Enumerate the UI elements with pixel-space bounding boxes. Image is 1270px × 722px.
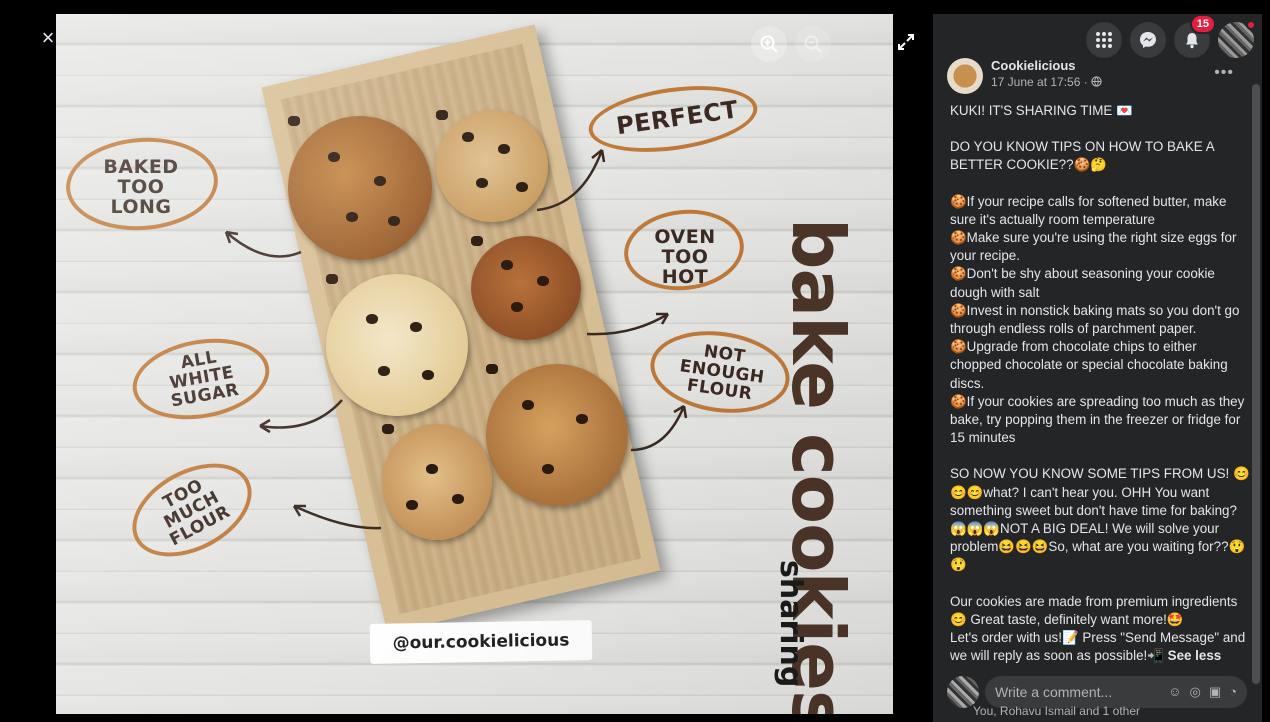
post-line: DO YOU KNOW TIPS ON HOW TO BAKE A BETTER…	[950, 139, 1214, 173]
post-line: 🍪Make sure you're using the right size e…	[950, 230, 1237, 264]
scrollbar[interactable]	[1252, 84, 1260, 684]
menu-button[interactable]	[1086, 22, 1122, 58]
post-line-last: Let's order with us!📝 Press "Send Messag…	[950, 629, 1250, 665]
messenger-button[interactable]	[1130, 22, 1166, 58]
post-line: KUKI! IT'S SHARING TIME 💌	[950, 103, 1133, 118]
post-line: 🍪If your recipe calls for softened butte…	[950, 193, 1227, 227]
page-avatar[interactable]	[947, 58, 983, 94]
gif-icon[interactable]: ▣	[1209, 684, 1221, 700]
post-photo: BAKED TOO LONG PERFECT OVEN TOO HOT ALL …	[56, 14, 893, 714]
arrow-to-baked-too-long	[224, 230, 302, 258]
notifications-button[interactable]: 15	[1174, 14, 1216, 58]
vertical-subtitle: sharing	[773, 560, 808, 688]
label-baked-too-long: BAKED TOO LONG	[103, 156, 179, 218]
photo-viewer: × f BAKED TOO LONG PERFECT OVEN TOO HOT …	[0, 0, 933, 722]
cookie-oven-too-hot	[471, 236, 581, 340]
see-less-link[interactable]: See less	[1168, 648, 1222, 663]
more-options-icon[interactable]: •••	[1214, 64, 1234, 82]
handle-tag: @our.cookielicious	[369, 620, 593, 664]
reactions-summary[interactable]: You, Rohavu Ismail and 1 other	[973, 704, 1140, 718]
post-line: 🍪If your cookies are spreading too much …	[950, 393, 1245, 446]
zoom-in-button[interactable]	[751, 26, 787, 62]
post-line: 🍪Invest in nonstick baking mats so you d…	[950, 302, 1240, 337]
post-body: KUKI! IT'S SHARING TIME 💌 DO YOU KNOW TI…	[950, 102, 1250, 665]
page-name[interactable]: Cookielicious	[991, 58, 1102, 73]
arrow-to-too-much-flour	[292, 504, 382, 530]
status-dot	[1246, 20, 1256, 30]
top-bar: 15	[1086, 14, 1256, 58]
cookie-not-enough-flour	[486, 364, 628, 506]
post-line: 🍪Don't be shy about seasoning your cooki…	[950, 266, 1215, 300]
arrow-to-perfect	[536, 149, 606, 212]
profile-avatar[interactable]	[1218, 20, 1256, 58]
notification-count-badge: 15	[1189, 14, 1216, 34]
messenger-icon	[1140, 32, 1156, 48]
post-header: Cookielicious 17 June at 17:56 ·	[947, 58, 1102, 94]
label-oven-too-hot: OVEN TOO HOT	[654, 226, 716, 288]
cookie-baked-too-long	[288, 116, 432, 260]
arrow-to-all-white-sugar	[259, 399, 343, 434]
post-line: Our cookies are made from premium ingred…	[950, 593, 1238, 627]
arrow-to-not-enough-flour	[630, 404, 688, 452]
zoom-in-icon	[760, 35, 778, 53]
grid-menu-icon	[1096, 32, 1112, 48]
comment-placeholder: Write a comment...	[995, 684, 1113, 700]
arrow-to-oven-too-hot	[586, 312, 670, 336]
post-line: SO NOW YOU KNOW SOME TIPS FROM US! 😊😊😊wh…	[950, 466, 1250, 573]
post-line: 🍪Upgrade from chocolate chips to either …	[950, 339, 1228, 391]
post-panel: 15 Cookielicious 17 June at 17:56 · ••• …	[933, 14, 1262, 722]
globe-icon	[1091, 76, 1102, 87]
fullscreen-icon[interactable]	[896, 32, 916, 52]
sticker-icon[interactable]: ◔	[1229, 684, 1237, 700]
emoji-icon[interactable]: ☺	[1168, 684, 1181, 700]
post-timestamp[interactable]: 17 June at 17:56 ·	[991, 75, 1102, 89]
cookie-too-much-flour	[382, 424, 492, 540]
post-timestamp-text: 17 June at 17:56 ·	[991, 75, 1092, 89]
zoom-out-button[interactable]	[795, 26, 831, 62]
zoom-out-icon	[804, 35, 822, 53]
camera-icon[interactable]: ◎	[1190, 684, 1201, 700]
